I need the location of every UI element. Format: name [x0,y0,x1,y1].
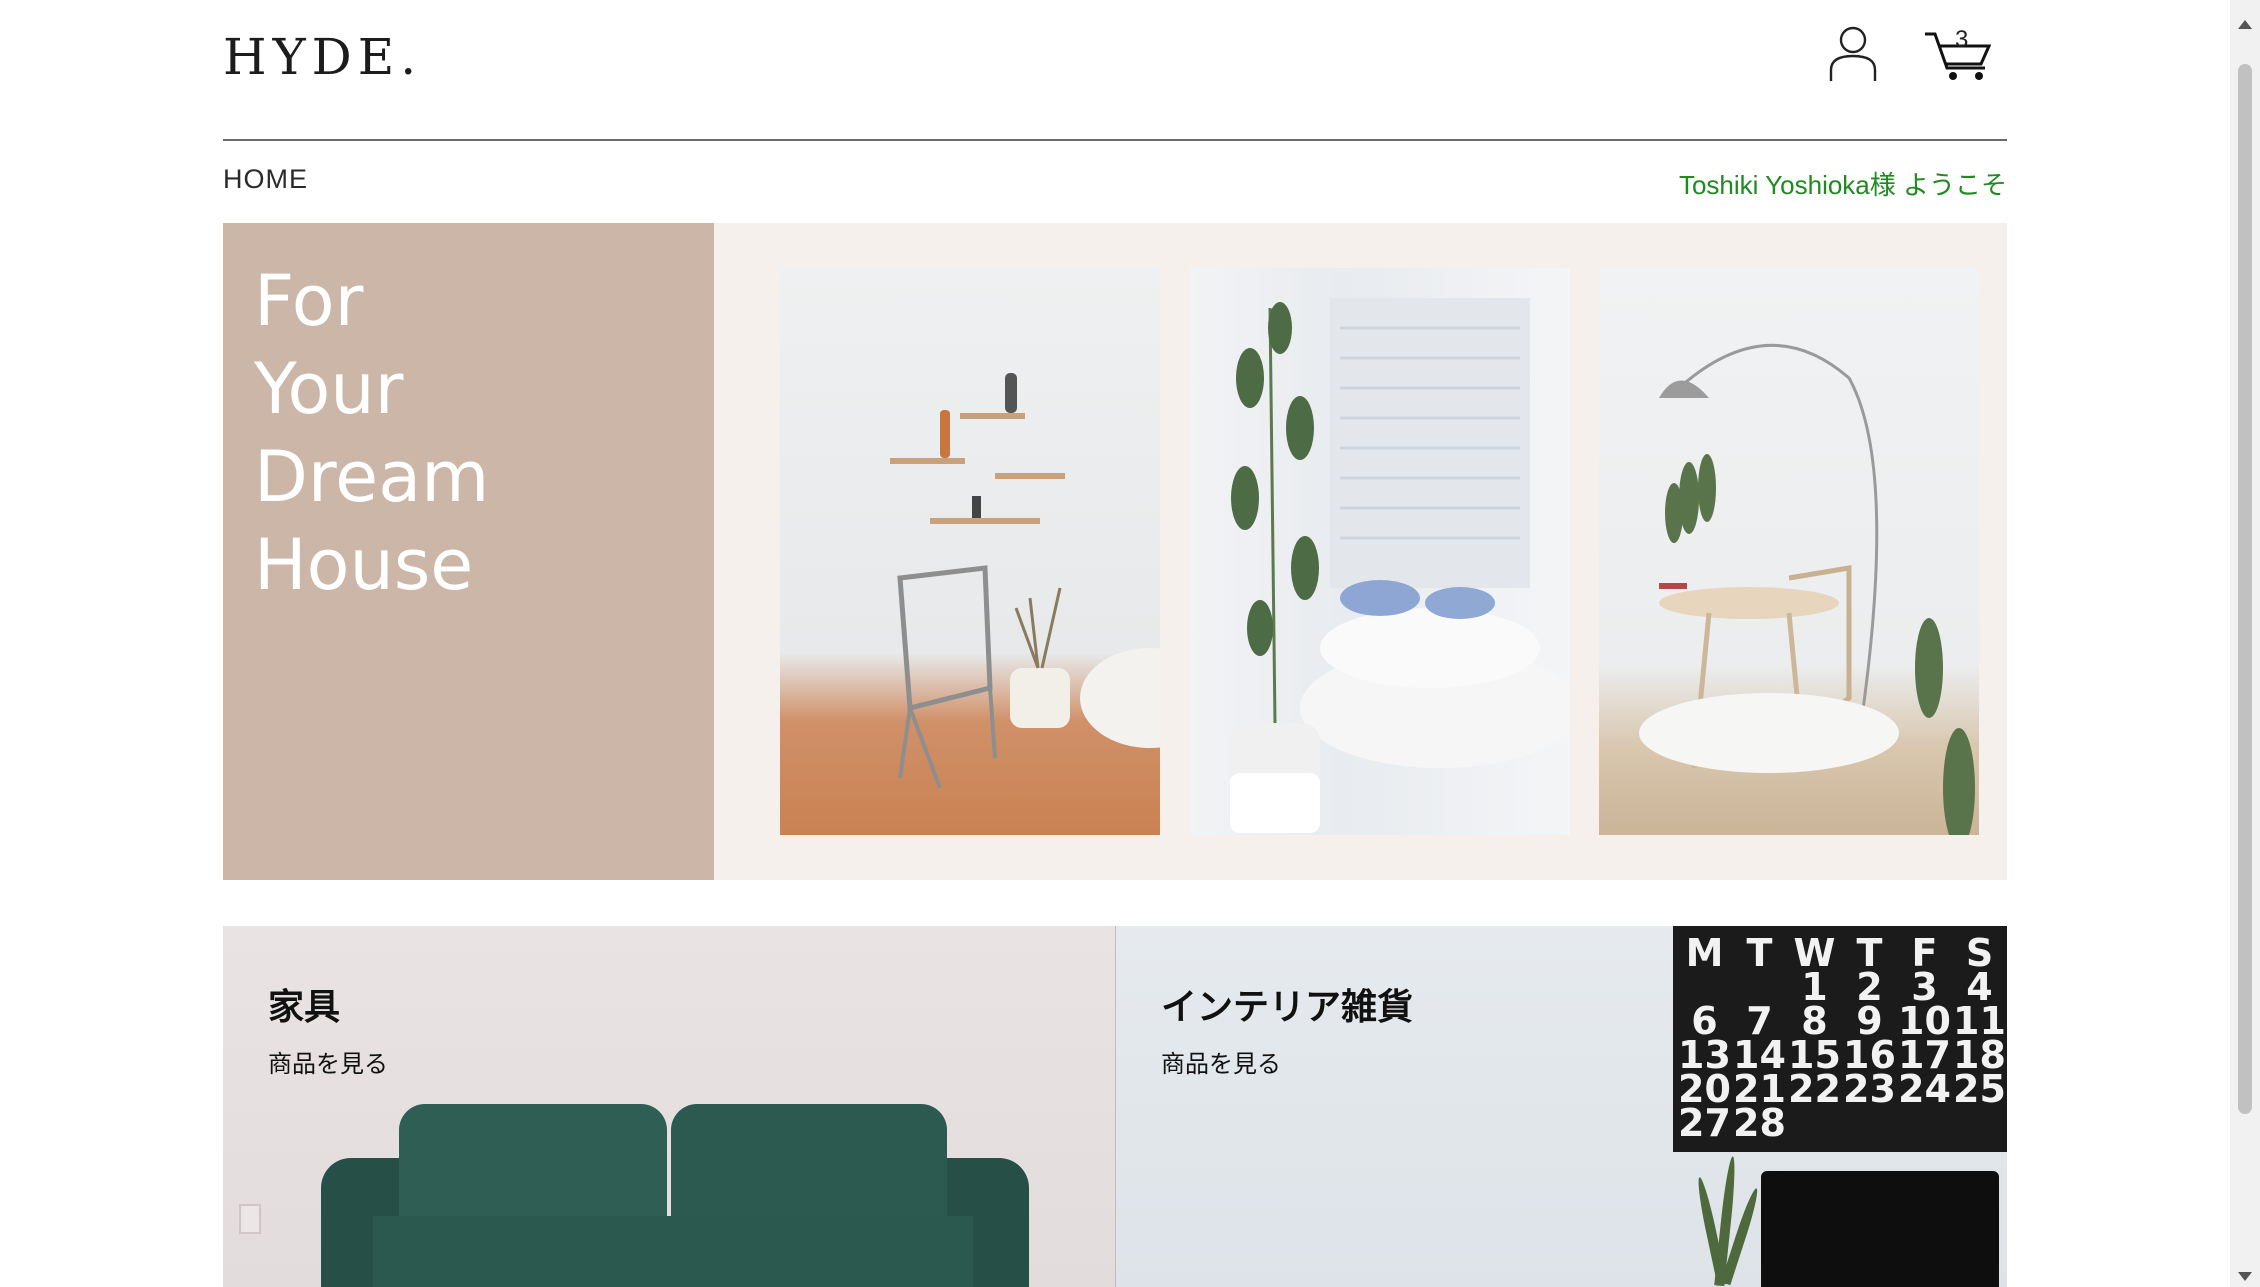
hero-photo-lamp-table [1599,268,1979,835]
category-title: 家具 [268,987,341,1028]
hero-title-line-3: Dream [254,436,490,518]
calendar-date: 27 [1678,1101,1731,1145]
calendar-date: 25 [1953,1067,2006,1111]
calendar-day: M [1685,931,1724,975]
scroll-up-arrow-icon[interactable] [2238,20,2252,29]
cart-count-badge: 3 [1955,26,1969,53]
calendar-date: 22 [1788,1067,1841,1111]
hero-text-panel: For Your Dream House [223,223,714,880]
category-title: インテリア雑貨 [1161,987,1414,1028]
calendar-date: 24 [1898,1067,1951,1111]
hero-banner: For Your Dream House [223,223,2007,880]
category-furniture[interactable]: 家具 商品を見る [223,926,1115,1287]
calendar-day: T [1746,931,1773,975]
category-view-link[interactable]: 商品を見る [268,1044,388,1079]
calendar-grid: M T W T F S 1 2 3 4 6 7 8 9 10 11 13 14 [1673,926,2007,1145]
scroll-down-arrow-icon[interactable] [2238,1272,2252,1281]
calendar-date: 28 [1733,1101,1786,1145]
hero-title-line-1: For [254,260,364,342]
hero-title-line-2: Your [254,348,404,430]
header-divider [223,139,2007,141]
category-interior-goods[interactable]: M T W T F S 1 2 3 4 6 7 8 9 10 11 13 14 [1116,926,2007,1287]
wall-calendar: M T W T F S 1 2 3 4 6 7 8 9 10 11 13 14 [1673,926,2007,1152]
welcome-message: Toshiki Yoshioka様 ようこそ [1678,170,2007,200]
sofa-seat [373,1216,973,1287]
sofa-back-cushion [399,1104,667,1224]
category-view-link[interactable]: 商品を見る [1161,1044,1281,1079]
hero-photo-shelves-chair [780,268,1160,835]
hero-title-line-4: House [254,524,474,606]
vertical-scrollbar[interactable] [2230,0,2260,1287]
hero-photo-plant-window [1190,268,1570,835]
wall-outlet [239,1204,261,1234]
calendar-date: 23 [1843,1067,1896,1111]
nav-home-link[interactable]: HOME [223,164,308,195]
page-container: HYDE. 3 HOME Toshiki Yoshioka様 ようこそ For … [223,0,2007,1287]
hero-title: For Your Dream House [254,257,489,609]
user-icon[interactable] [1828,26,1878,82]
scroll-thumb[interactable] [2238,64,2252,1114]
tv-screen [1761,1171,1999,1287]
site-logo[interactable]: HYDE. [223,28,422,86]
sofa-back-cushion [671,1104,947,1224]
